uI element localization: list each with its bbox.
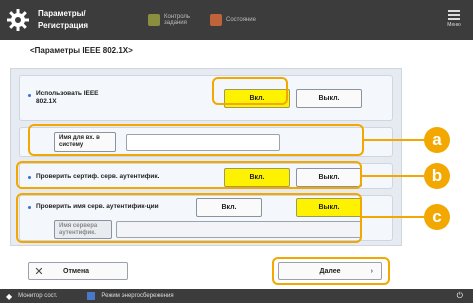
energy-saver-icon: [87, 292, 96, 300]
job-status-button[interactable]: Контроль задания: [148, 10, 200, 30]
callout-a-connector: [364, 139, 426, 141]
power-icon: ⏻: [456, 291, 463, 300]
energy-saver-link[interactable]: Режим энергосбережения: [101, 293, 173, 299]
callout-use-ieee-on: [212, 77, 288, 105]
use-ieee-label: Использовать IEEE 802.1X: [36, 90, 99, 105]
menu-button[interactable]: Меню: [445, 8, 463, 32]
callout-a-box: [28, 124, 364, 156]
screen-subtitle: <Параметры IEEE 802.1X>: [30, 46, 133, 55]
menu-icon-bar: [448, 18, 460, 20]
callout-b-connector: [362, 175, 426, 177]
next-label: Далее: [319, 267, 341, 275]
next-button[interactable]: Далее ›: [278, 262, 382, 280]
chevron-right-icon: ›: [370, 267, 373, 275]
status-monitor-link[interactable]: Монитор сост.: [18, 293, 57, 299]
use-ieee-row: Использовать IEEE 802.1X Вкл. Выкл.: [19, 75, 393, 121]
bullet-icon: [28, 94, 31, 97]
callout-a-badge: a: [424, 127, 450, 153]
gear-icon: [7, 9, 29, 31]
monitor-icon: [148, 14, 160, 26]
callout-c-badge: c: [424, 204, 450, 230]
warning-icon: [210, 14, 222, 26]
menu-icon: [448, 10, 460, 12]
callout-c-connector: [362, 216, 426, 218]
status-footer: ◆ Монитор сост. Режим энергосбережения ⏻: [0, 289, 473, 303]
cancel-button[interactable]: ✕ Отмена: [28, 262, 128, 280]
callout-c-box: [16, 193, 362, 243]
job-status-label: Контроль задания: [164, 14, 191, 26]
page-title: Параметры/ Регистрация: [38, 9, 89, 30]
callout-b-box: [16, 161, 362, 189]
callout-b-badge: b: [424, 163, 450, 189]
status-button[interactable]: Состояние: [210, 10, 262, 30]
status-label: Состояние: [226, 17, 256, 23]
status-monitor-icon: ◆: [6, 291, 13, 301]
menu-label: Меню: [447, 22, 461, 28]
cancel-label: Отмена: [63, 267, 90, 275]
app-header: Параметры/ Регистрация Контроль задания …: [0, 0, 473, 40]
menu-icon-bar: [448, 14, 460, 16]
use-ieee-off-button[interactable]: Выкл.: [296, 89, 362, 108]
close-icon: ✕: [34, 265, 44, 278]
